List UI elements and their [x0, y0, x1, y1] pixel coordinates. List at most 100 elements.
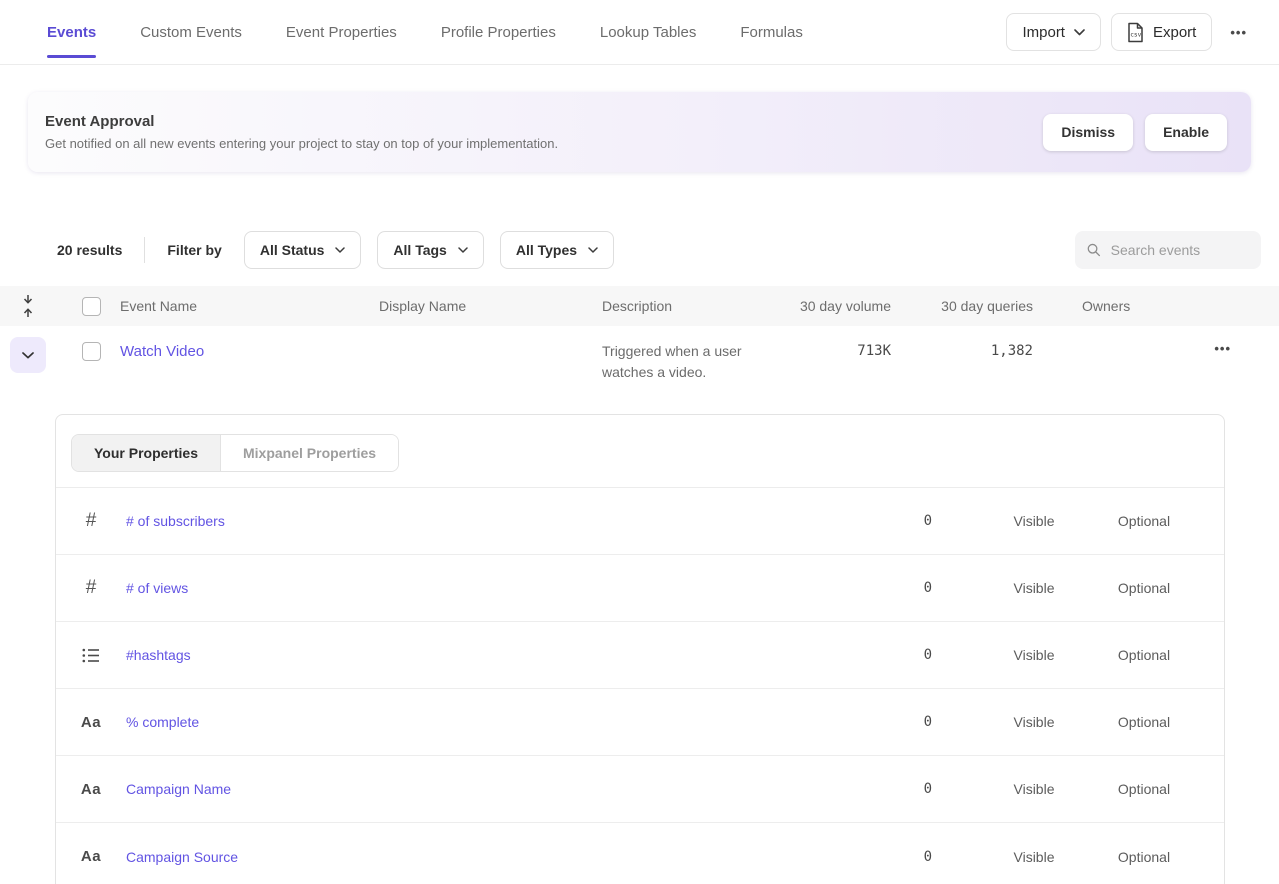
property-count: 0 — [924, 714, 932, 730]
list-type-icon — [82, 648, 100, 663]
property-visibility: Visible — [979, 781, 1089, 797]
search-input[interactable] — [1111, 242, 1249, 258]
property-count: 0 — [924, 781, 932, 797]
numeric-type-icon: # — [86, 510, 97, 532]
property-count: 0 — [924, 580, 932, 596]
property-row[interactable]: # # of subscribers 0 Visible Optional — [56, 488, 1224, 555]
banner-text: Event Approval Get notified on all new e… — [45, 113, 558, 151]
banner-actions: Dismiss Enable — [1043, 114, 1227, 151]
property-name-link[interactable]: # of subscribers — [126, 513, 832, 529]
property-name-link[interactable]: % complete — [126, 714, 832, 730]
property-name-link[interactable]: # of views — [126, 580, 832, 596]
property-visibility: Visible — [979, 647, 1089, 663]
column-event-name[interactable]: Event Name — [120, 298, 379, 314]
property-count: 0 — [924, 513, 932, 529]
event-row-watch-video[interactable]: Watch Video Triggered when a user watche… — [0, 326, 1279, 402]
banner-subtitle: Get notified on all new events entering … — [45, 136, 558, 151]
chevron-down-icon — [588, 247, 598, 253]
enable-button[interactable]: Enable — [1145, 114, 1227, 151]
property-requirement: Optional — [1089, 849, 1199, 865]
export-button-label: Export — [1153, 24, 1196, 41]
svg-text:csv: csv — [1130, 31, 1141, 38]
property-visibility: Visible — [979, 580, 1089, 596]
collapse-all-cell — [0, 294, 56, 318]
property-row[interactable]: Aa Campaign Source 0 Visible Optional — [56, 823, 1224, 884]
filter-row: 20 results Filter by All Status All Tags… — [0, 231, 1279, 269]
search-box[interactable] — [1075, 231, 1261, 269]
property-requirement: Optional — [1089, 513, 1199, 529]
display-name-cell — [379, 326, 602, 402]
tab-custom-events[interactable]: Custom Events — [140, 20, 242, 45]
column-description[interactable]: Description — [602, 298, 793, 314]
types-filter-dropdown[interactable]: All Types — [500, 231, 614, 269]
banner-title: Event Approval — [45, 113, 558, 130]
property-visibility: Visible — [979, 849, 1089, 865]
events-table-header: Event Name Display Name Description 30 d… — [0, 286, 1279, 326]
tags-filter-dropdown[interactable]: All Tags — [377, 231, 483, 269]
numeric-type-icon: # — [86, 577, 97, 599]
dismiss-button[interactable]: Dismiss — [1043, 114, 1133, 151]
volume-value: 713K — [857, 343, 891, 359]
property-visibility: Visible — [979, 714, 1089, 730]
search-icon — [1087, 242, 1101, 258]
status-filter-dropdown[interactable]: All Status — [244, 231, 362, 269]
tab-formulas[interactable]: Formulas — [740, 20, 803, 45]
event-description: Triggered when a user watches a video. — [602, 341, 793, 383]
property-name-link[interactable]: Campaign Name — [126, 781, 832, 797]
property-row[interactable]: Aa % complete 0 Visible Optional — [56, 689, 1224, 756]
lexicon-page: Events Custom Events Event Properties Pr… — [0, 0, 1279, 884]
property-requirement: Optional — [1089, 781, 1199, 797]
row-more-options-icon[interactable]: ••• — [1206, 337, 1239, 360]
results-count: 20 results — [57, 242, 122, 258]
top-nav-bar: Events Custom Events Event Properties Pr… — [0, 0, 1279, 65]
property-row[interactable]: #hashtags 0 Visible Optional — [56, 622, 1224, 689]
tab-lookup-tables[interactable]: Lookup Tables — [600, 20, 696, 45]
tab-mixpanel-properties[interactable]: Mixpanel Properties — [221, 435, 398, 471]
import-button-label: Import — [1022, 24, 1065, 41]
column-30-day-volume[interactable]: 30 day volume — [793, 298, 891, 314]
csv-file-icon: csv — [1127, 22, 1144, 43]
nav-tabs: Events Custom Events Event Properties Pr… — [47, 20, 803, 45]
event-name-link[interactable]: Watch Video — [120, 343, 204, 360]
column-display-name[interactable]: Display Name — [379, 298, 602, 314]
collapse-row-button[interactable] — [10, 337, 46, 373]
property-row[interactable]: Aa Campaign Name 0 Visible Optional — [56, 756, 1224, 823]
tab-event-properties[interactable]: Event Properties — [286, 20, 397, 45]
property-count: 0 — [924, 849, 932, 865]
properties-tab-switcher: Your Properties Mixpanel Properties — [71, 434, 399, 472]
queries-value: 1,382 — [991, 343, 1033, 359]
filter-dropdowns: All Status All Tags All Types — [244, 231, 614, 269]
status-filter-label: All Status — [260, 242, 325, 258]
collapse-rows-icon[interactable] — [21, 294, 35, 318]
row-checkbox[interactable] — [82, 342, 101, 361]
properties-tabbar: Your Properties Mixpanel Properties — [56, 415, 1224, 488]
divider — [144, 237, 145, 263]
column-30-day-queries[interactable]: 30 day queries — [891, 298, 1033, 314]
column-owners[interactable]: Owners — [1033, 298, 1182, 314]
filter-by-label: Filter by — [167, 242, 221, 258]
tab-profile-properties[interactable]: Profile Properties — [441, 20, 556, 45]
tags-filter-label: All Tags — [393, 242, 446, 258]
text-type-icon: Aa — [81, 714, 101, 731]
property-row[interactable]: # # of views 0 Visible Optional — [56, 555, 1224, 622]
text-type-icon: Aa — [81, 781, 101, 798]
types-filter-label: All Types — [516, 242, 577, 258]
property-count: 0 — [924, 647, 932, 663]
property-requirement: Optional — [1089, 647, 1199, 663]
chevron-down-icon — [458, 247, 468, 253]
properties-panel: Your Properties Mixpanel Properties # # … — [55, 414, 1225, 884]
property-requirement: Optional — [1089, 580, 1199, 596]
import-button[interactable]: Import — [1006, 13, 1101, 51]
select-all-checkbox[interactable] — [82, 297, 101, 316]
chevron-down-icon — [335, 247, 345, 253]
property-name-link[interactable]: Campaign Source — [126, 849, 832, 865]
more-options-icon[interactable]: ••• — [1222, 21, 1255, 44]
chevron-down-icon — [22, 352, 34, 359]
event-approval-banner: Event Approval Get notified on all new e… — [28, 92, 1251, 172]
property-name-link[interactable]: #hashtags — [126, 647, 832, 663]
export-button[interactable]: csv Export — [1111, 13, 1212, 51]
property-requirement: Optional — [1089, 714, 1199, 730]
tab-your-properties[interactable]: Your Properties — [72, 435, 221, 471]
tab-events[interactable]: Events — [47, 20, 96, 45]
text-type-icon: Aa — [81, 848, 101, 865]
